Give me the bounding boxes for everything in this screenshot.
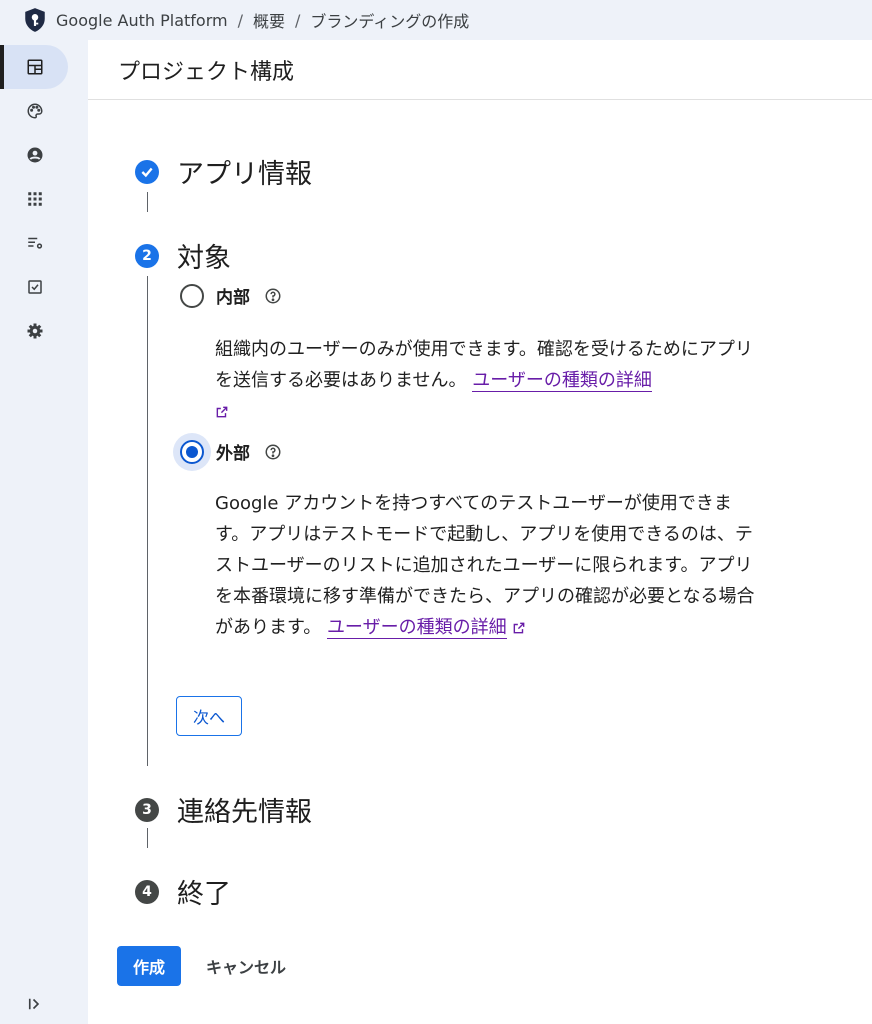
step-connector xyxy=(147,828,148,848)
user-type-details-link[interactable]: ユーザーの種類の詳細 xyxy=(326,617,507,639)
step-number-badge: 3 xyxy=(135,797,159,822)
breadcrumb-app-link[interactable]: Google Auth Platform xyxy=(56,11,228,30)
sidebar-item-verification[interactable] xyxy=(2,265,68,309)
sidebar-item-branding[interactable] xyxy=(2,89,68,133)
list-settings-icon xyxy=(28,237,43,249)
breadcrumb-overview-link[interactable]: 概要 xyxy=(253,8,285,32)
external-label: 外部 xyxy=(216,444,250,464)
top-bar: Google Auth Platform / 概要 / ブランディングの作成 xyxy=(0,0,872,40)
step-title: アプリ情報 xyxy=(177,159,312,190)
page-title: プロジェクト構成 xyxy=(88,40,872,100)
auth-platform-logo-icon xyxy=(25,8,45,32)
sidebar-item-audience[interactable] xyxy=(2,133,68,177)
step-connector xyxy=(147,276,148,766)
sidebar xyxy=(0,40,88,1024)
settings-icon xyxy=(27,323,43,339)
user-type-details-link[interactable]: ユーザーの種類の詳細 xyxy=(472,370,652,392)
account-icon xyxy=(27,147,43,163)
external-link-icon[interactable] xyxy=(512,621,526,635)
radio-option-internal[interactable]: 内部 xyxy=(180,283,282,308)
sidebar-item-clients[interactable] xyxy=(2,177,68,221)
create-button[interactable]: 作成 xyxy=(117,946,181,986)
help-icon[interactable] xyxy=(264,287,282,305)
internal-radio[interactable] xyxy=(180,283,204,308)
external-description: Google アカウントを持つすべてのテストユーザーが使用できます。アプリはテス… xyxy=(215,488,760,643)
palette-icon xyxy=(27,103,43,119)
external-radio[interactable] xyxy=(180,439,204,464)
internal-description: 組織内のユーザーのみが使用できます。確認を受けるためにアプリを送信する必要はあり… xyxy=(215,334,760,427)
breadcrumb: Google Auth Platform / 概要 / ブランディングの作成 xyxy=(56,8,469,32)
step-title: 連絡先情報 xyxy=(177,797,312,828)
sidebar-item-settings[interactable] xyxy=(2,309,68,353)
internal-label: 内部 xyxy=(216,288,250,308)
sidebar-item-overview[interactable] xyxy=(0,45,68,89)
step-title: 終了 xyxy=(177,879,231,910)
external-link-icon[interactable] xyxy=(215,405,229,419)
breadcrumb-separator: / xyxy=(294,10,301,30)
step-completed-check-icon xyxy=(135,159,159,184)
expand-panel-icon[interactable] xyxy=(26,995,44,1013)
verification-icon xyxy=(28,280,42,294)
cancel-button[interactable]: キャンセル xyxy=(198,946,294,986)
step-audience[interactable]: 2 対象 xyxy=(135,236,231,275)
step-app-info[interactable]: アプリ情報 xyxy=(135,152,312,191)
step-title: 対象 xyxy=(177,243,231,274)
step-connector xyxy=(147,192,148,212)
breadcrumb-current: ブランディングの作成 xyxy=(310,12,470,31)
step-contact-info[interactable]: 3 連絡先情報 xyxy=(135,790,312,829)
next-button[interactable]: 次へ xyxy=(176,696,242,736)
apps-grid-icon xyxy=(28,192,42,206)
sidebar-item-data-access[interactable] xyxy=(2,221,68,265)
help-icon[interactable] xyxy=(264,443,282,461)
radio-selected-dot xyxy=(186,445,198,458)
step-number-badge: 4 xyxy=(135,879,159,904)
step-finish[interactable]: 4 終了 xyxy=(135,872,231,911)
step-number-badge: 2 xyxy=(135,243,159,268)
dashboard-icon xyxy=(27,59,43,75)
radio-option-external[interactable]: 外部 xyxy=(180,439,282,464)
breadcrumb-separator: / xyxy=(237,10,243,30)
